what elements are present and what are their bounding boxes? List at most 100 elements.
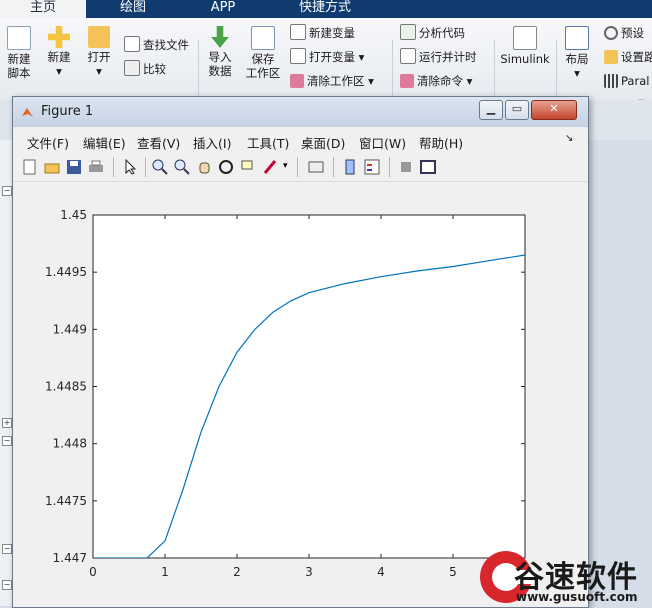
run-and-time-icon <box>400 48 416 64</box>
zoom-out-icon[interactable] <box>173 158 191 176</box>
tab-plots[interactable]: 绘图 <box>90 0 176 18</box>
expand-toggle[interactable]: − <box>2 186 12 196</box>
maximize-button[interactable]: ▭ <box>505 100 529 120</box>
toolbar-separator <box>389 157 390 177</box>
new-variable-icon <box>290 24 306 40</box>
analyze-code-button[interactable]: 分析代码 <box>400 24 465 42</box>
tab-apps[interactable]: APP <box>180 0 266 18</box>
open-file-icon[interactable] <box>43 158 61 176</box>
x-tick-label: 3 <box>305 565 313 579</box>
y-tick-label: 1.4475 <box>45 494 87 508</box>
pan-hand-icon[interactable] <box>195 158 213 176</box>
brush-icon[interactable] <box>261 158 279 176</box>
expand-toggle[interactable]: − <box>2 580 12 590</box>
x-tick-label: 1 <box>161 565 169 579</box>
show-plot-tools-icon[interactable] <box>419 158 437 176</box>
simulink-button[interactable]: Simulink <box>498 26 552 66</box>
legend-icon[interactable] <box>363 158 381 176</box>
y-tick-label: 1.4495 <box>45 265 87 279</box>
gear-icon <box>604 26 618 40</box>
data-cursor-icon[interactable] <box>239 158 257 176</box>
y-tick-label: 1.449 <box>53 322 87 336</box>
chevron-down-icon: ▾ <box>358 50 365 64</box>
toolbar-separator <box>333 157 334 177</box>
colorbar-icon[interactable] <box>341 158 359 176</box>
chevron-down-icon: ▾ <box>574 66 580 80</box>
chevron-down-icon: ▾ <box>96 64 102 78</box>
menu-file[interactable]: 文件(F) <box>27 133 69 152</box>
import-arrow-icon <box>211 26 229 48</box>
find-files-button[interactable]: 查找文件 <box>124 36 189 54</box>
figure-window: Figure 1 ▁ ▭ ✕ 文件(F) 编辑(E) 查看(V) 插入(I) 工… <box>12 96 589 608</box>
x-tick-label: 5 <box>449 565 457 579</box>
new-script-button[interactable]: 新建 脚本 <box>4 26 34 80</box>
layout-icon <box>565 26 589 50</box>
parallel-icon <box>604 74 618 88</box>
rotate-3d-icon[interactable] <box>217 158 235 176</box>
new-variable-button[interactable]: 新建变量 <box>290 24 355 42</box>
import-data-button[interactable]: 导入 数据 <box>204 26 236 78</box>
tab-home[interactable]: 主页 <box>0 0 86 18</box>
chevron-down-icon[interactable]: ▾ <box>283 161 288 171</box>
chevron-down-icon: ▾ <box>466 74 473 88</box>
figure-menubar: 文件(F) 编辑(E) 查看(V) 插入(I) 工具(T) 桌面(D) 窗口(W… <box>13 127 588 153</box>
minimize-button[interactable]: ▁ <box>479 100 503 120</box>
simulink-icon <box>513 26 537 50</box>
layout-button[interactable]: 布局 ▾ <box>562 26 592 80</box>
analyze-code-icon <box>400 24 416 40</box>
compare-icon <box>124 60 140 76</box>
y-tick-label: 1.4485 <box>45 380 87 394</box>
matlab-logo-icon <box>22 108 33 117</box>
watermark-url: www.gusuoft.com <box>516 590 638 604</box>
x-tick-label: 0 <box>89 565 97 579</box>
ribbon-toolstrip: 新建 脚本 新建 ▾ 打开 ▾ 查找文件 比较 导入 数据 保存 工作区 新建变量 打开… <box>0 18 652 106</box>
expand-toggle[interactable]: − <box>2 436 12 446</box>
compare-button[interactable]: 比较 <box>124 60 166 78</box>
menu-desktop[interactable]: 桌面(D) <box>301 133 345 152</box>
expand-toggle[interactable]: + <box>2 418 12 428</box>
tab-shortcuts[interactable]: 快捷方式 <box>270 0 380 18</box>
ribbon-tab-bar: 主页 绘图 APP 快捷方式 <box>0 0 652 18</box>
y-tick-label: 1.448 <box>53 437 87 451</box>
print-icon[interactable] <box>87 158 105 176</box>
figure-title: Figure 1 <box>41 104 94 119</box>
x-tick-label: 4 <box>377 565 385 579</box>
close-button[interactable]: ✕ <box>531 100 577 120</box>
parallel-button[interactable]: Paral <box>604 72 649 90</box>
menu-tools[interactable]: 工具(T) <box>247 133 289 152</box>
menu-window[interactable]: 窗口(W) <box>359 133 406 152</box>
pointer-icon[interactable] <box>121 158 139 176</box>
axes-box <box>92 214 526 559</box>
preferences-button[interactable]: 预设 <box>604 24 644 42</box>
figure-titlebar[interactable]: Figure 1 ▁ ▭ ✕ <box>13 97 588 127</box>
expand-toggle[interactable]: − <box>2 544 12 554</box>
new-button[interactable]: 新建 ▾ <box>44 26 74 78</box>
toolbar-separator <box>145 157 146 177</box>
menu-insert[interactable]: 插入(I) <box>193 133 231 152</box>
save-workspace-icon <box>251 26 275 50</box>
run-and-time-button[interactable]: 运行并计时 <box>400 48 477 66</box>
menu-edit[interactable]: 编辑(E) <box>83 133 126 152</box>
hide-plot-tools-icon[interactable] <box>397 158 415 176</box>
clear-workspace-button[interactable]: 清除工作区 ▾ <box>290 72 374 90</box>
open-variable-icon <box>290 48 306 64</box>
save-icon[interactable] <box>65 158 83 176</box>
dock-arrow-icon[interactable]: ↘ <box>565 133 573 144</box>
figure-toolbar: ▾ <box>13 153 588 182</box>
x-tick-label: 2 <box>233 565 241 579</box>
clear-commands-button[interactable]: 清除命令 ▾ <box>400 72 472 90</box>
set-path-button[interactable]: 设置路 <box>604 48 652 66</box>
zoom-in-icon[interactable] <box>151 158 169 176</box>
y-tick-label: 1.45 <box>60 208 87 222</box>
open-variable-button[interactable]: 打开变量 ▾ <box>290 48 364 66</box>
find-files-icon <box>124 36 140 52</box>
line-chart[interactable]: 1.447 1.4475 1.448 1.4485 1.449 1.4495 1.45 0 1… <box>15 183 584 603</box>
menu-help[interactable]: 帮助(H) <box>419 133 463 152</box>
menu-view[interactable]: 查看(V) <box>137 133 180 152</box>
new-script-icon <box>7 26 31 50</box>
open-button[interactable]: 打开 ▾ <box>84 26 114 78</box>
save-workspace-button[interactable]: 保存 工作区 <box>244 26 282 80</box>
y-tick-label: 1.447 <box>53 551 87 565</box>
link-plot-icon[interactable] <box>307 158 325 176</box>
new-figure-icon[interactable] <box>21 158 39 176</box>
